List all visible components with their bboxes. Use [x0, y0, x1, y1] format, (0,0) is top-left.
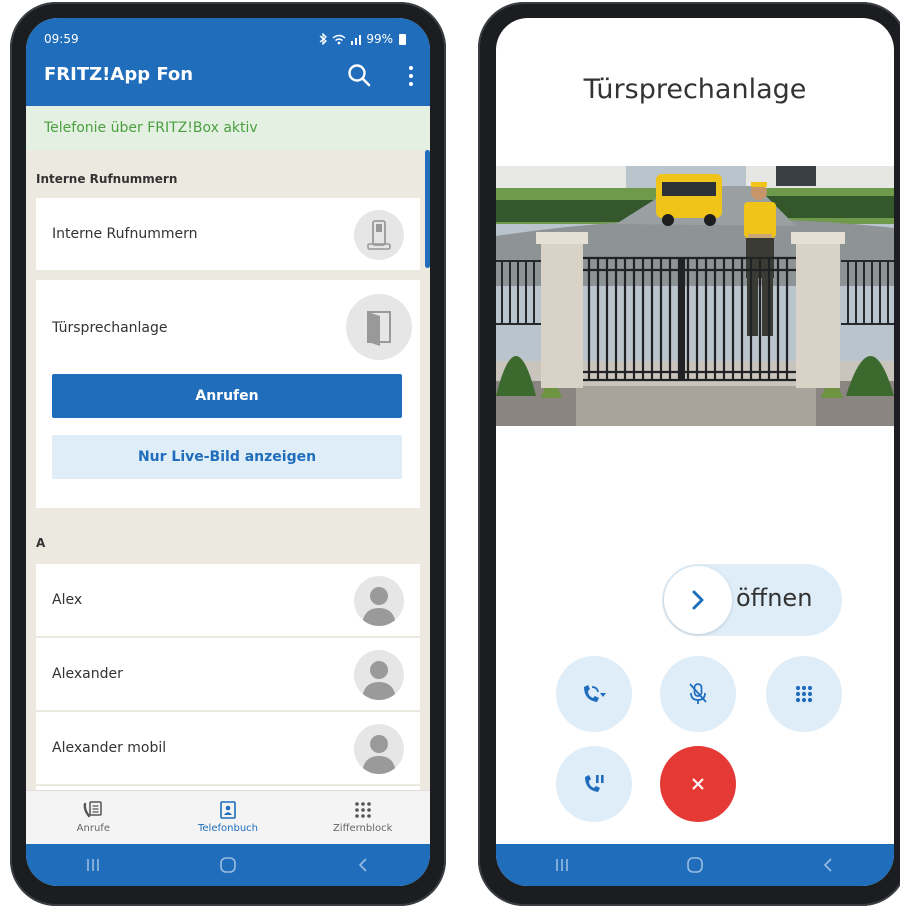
android-navigation-bar: [26, 844, 430, 886]
call-forward-icon: [584, 685, 606, 702]
bottom-navigation: Anrufe Telefonbuch Ziffernblock: [26, 790, 430, 844]
camera-scene: [496, 166, 894, 426]
dialpad-icon: [795, 685, 813, 703]
scrollbar[interactable]: [425, 150, 430, 268]
list-item-internal-numbers[interactable]: Interne Rufnummern: [36, 198, 420, 270]
door-open-slider[interactable]: öffnen: [662, 564, 842, 636]
recents-icon[interactable]: [73, 853, 113, 877]
android-navigation-bar: [496, 844, 894, 886]
left-screen: 09:59 99% FRITZ!App Fon Telefonie über F…: [26, 18, 430, 886]
home-icon[interactable]: [675, 853, 715, 877]
more-options-icon[interactable]: [408, 66, 414, 86]
hold-button[interactable]: [556, 746, 632, 822]
mute-button[interactable]: [660, 656, 736, 732]
contact-list[interactable]: Interne Rufnummern Interne Rufnummern Tü…: [26, 150, 430, 790]
status-time: 09:59: [44, 32, 79, 46]
dialpad-icon: [354, 802, 371, 818]
list-item-label: Interne Rufnummern: [52, 226, 198, 242]
bluetooth-icon: [319, 33, 328, 45]
phonebook-icon: [220, 801, 236, 819]
battery-icon: [399, 33, 406, 45]
search-icon[interactable]: [346, 62, 372, 88]
live-image-button[interactable]: Nur Live-Bild anzeigen: [52, 435, 402, 479]
battery-percent: 99%: [366, 32, 393, 46]
section-header-internal: Interne Rufnummern: [36, 172, 178, 186]
app-title: FRITZ!App Fon: [44, 64, 194, 85]
slider-handle[interactable]: [664, 566, 732, 634]
avatar: [354, 650, 404, 700]
camera-live-image: [496, 166, 894, 426]
contact-name: Alexander mobil: [52, 740, 167, 756]
home-icon[interactable]: [208, 853, 248, 877]
hangup-button[interactable]: [660, 746, 736, 822]
signal-icon: [351, 34, 362, 45]
contact-name: Alexander: [52, 666, 123, 682]
hangup-icon: [692, 778, 704, 790]
nav-dialpad[interactable]: Ziffernblock: [295, 791, 430, 844]
call-forward-button[interactable]: [556, 656, 632, 732]
call-hold-icon: [585, 775, 604, 792]
avatar: [354, 576, 404, 626]
list-item-label: Türsprechanlage: [52, 320, 168, 336]
nav-calls-label: Anrufe: [76, 823, 110, 834]
contact-row[interactable]: Alexander mobil: [36, 712, 420, 784]
dialpad-button[interactable]: [766, 656, 842, 732]
section-header-a: A: [36, 536, 46, 550]
avatar: [354, 724, 404, 774]
nav-dialpad-label: Ziffernblock: [332, 823, 393, 834]
contact-row[interactable]: Alex: [36, 564, 420, 636]
recents-icon[interactable]: [542, 853, 582, 877]
right-screen: Türsprechanlage öffnen: [496, 18, 894, 886]
left-phone: 09:59 99% FRITZ!App Fon Telefonie über F…: [10, 2, 446, 906]
back-icon[interactable]: [808, 853, 848, 877]
nav-calls[interactable]: Anrufe: [26, 791, 161, 844]
nav-phonebook-label: Telefonbuch: [198, 823, 258, 834]
page-title: Türsprechanlage: [583, 74, 807, 105]
call-button[interactable]: Anrufen: [52, 374, 402, 418]
nav-phonebook[interactable]: Telefonbuch: [161, 791, 296, 844]
door-icon: [346, 294, 412, 360]
status-banner: Telefonie über FRITZ!Box aktiv: [26, 106, 430, 150]
phone-handset-icon: [354, 210, 404, 260]
contact-name: Alex: [52, 592, 83, 608]
app-bar: 09:59 99% FRITZ!App Fon: [26, 18, 430, 106]
door-open-label: öffnen: [736, 584, 813, 612]
mic-mute-icon: [689, 683, 707, 704]
chevron-right-icon: [692, 590, 704, 610]
contact-row[interactable]: Alexander: [36, 638, 420, 710]
door-intercom-card: Türsprechanlage Anrufen Nur Live-Bild an…: [36, 280, 420, 508]
wifi-icon: [332, 34, 346, 44]
right-phone: Türsprechanlage öffnen: [478, 2, 900, 906]
call-list-icon: [83, 801, 103, 818]
back-icon[interactable]: [343, 853, 383, 877]
status-bar: 09:59 99%: [44, 30, 406, 48]
